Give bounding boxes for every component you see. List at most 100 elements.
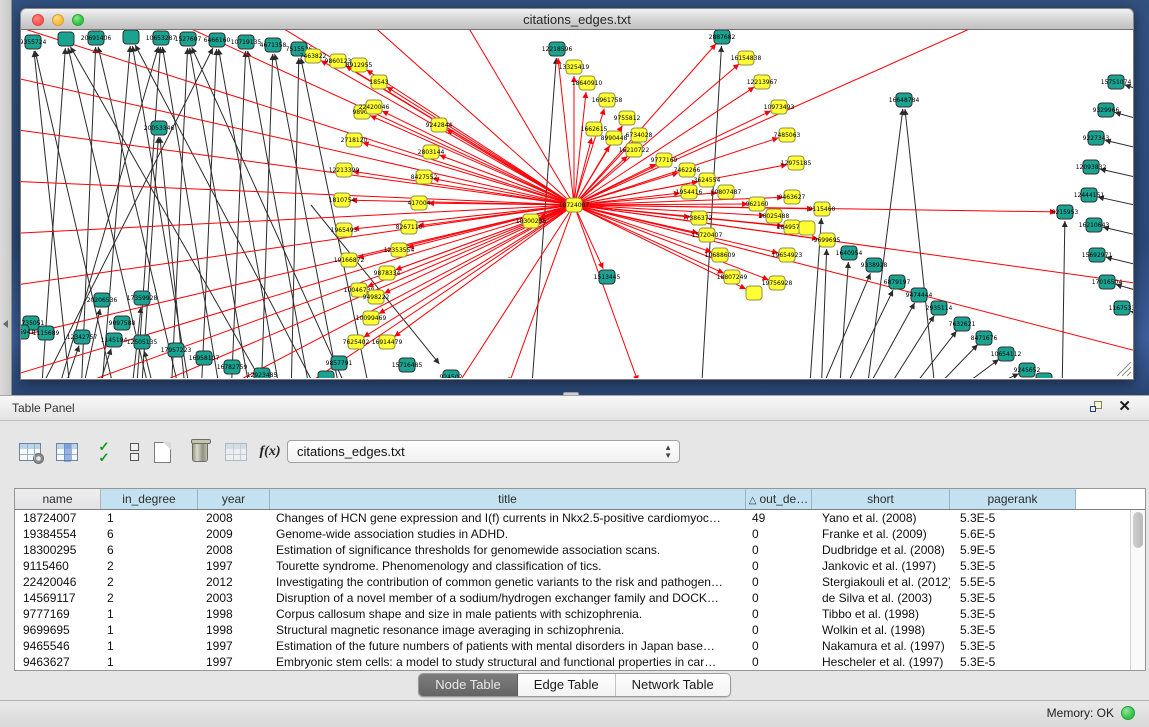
table-row[interactable]: 946362711997Embryonic stem cells: a mode… — [15, 654, 1145, 670]
collapsed-control-panel[interactable] — [0, 0, 12, 395]
node-label: 6879197 — [884, 279, 911, 286]
table-tabbar: Node TableEdge TableNetwork Table — [0, 673, 1149, 697]
float-window-icon[interactable] — [1090, 400, 1104, 414]
cell-pagerank: 5.9E-5 — [950, 542, 1076, 558]
table-row[interactable]: 946554611997Estimation of the future num… — [15, 638, 1145, 654]
new-column-icon[interactable] — [148, 438, 176, 466]
node-label: 1640954 — [836, 250, 863, 257]
cell-pagerank: 5.3E-5 — [950, 622, 1076, 638]
cell-name: 9699695 — [15, 622, 101, 638]
network-node[interactable] — [58, 32, 74, 46]
node-label: 17359928 — [127, 295, 158, 302]
table-row[interactable]: 911546021997Tourette syndrome. Phenomeno… — [15, 558, 1145, 574]
cell-title: Estimation of significance thresholds fo… — [270, 542, 746, 558]
node-label: 12218596 — [542, 46, 573, 53]
tab-node-table[interactable]: Node Table — [419, 674, 518, 696]
table-mode-icon[interactable] — [16, 438, 44, 466]
node-label: 12093832 — [1076, 164, 1107, 171]
network-node[interactable] — [1036, 373, 1052, 378]
cell-pagerank: 5.3E-5 — [950, 558, 1076, 574]
column-header-indegree[interactable]: in_degree — [101, 489, 198, 509]
network-node[interactable] — [318, 371, 334, 378]
cell-title: Structural magnetic resonance image aver… — [270, 622, 746, 638]
column-header-short[interactable]: short — [812, 489, 950, 509]
node-label: 7485063 — [774, 132, 801, 139]
table-row[interactable]: 977716911998Corpus callosum shape and si… — [15, 606, 1145, 622]
network-view-window[interactable]: citations_edges.txt 93557242069140610653… — [20, 8, 1134, 380]
tab-network-table[interactable]: Network Table — [616, 674, 730, 696]
node-label: 9097588 — [109, 320, 136, 327]
memory-indicator[interactable]: Memory: OK — [1047, 706, 1135, 720]
table-selector-dropdown[interactable]: citations_edges.txt ▲▼ — [287, 440, 680, 463]
node-label: 6734028 — [626, 132, 653, 139]
column-header-year[interactable]: year — [198, 489, 270, 509]
node-label: 9355724 — [21, 39, 47, 46]
table-row[interactable]: 1872400712008Changes of HCN gene express… — [15, 510, 1145, 526]
node-label: 20053346 — [144, 125, 175, 132]
cell-year: 1998 — [198, 622, 270, 638]
dropdown-arrows-icon: ▲▼ — [664, 444, 672, 460]
cell-outde: 0 — [746, 654, 812, 670]
node-label: 12353554 — [384, 247, 415, 254]
scrollbar-thumb[interactable] — [1133, 512, 1143, 548]
expand-panel-icon[interactable] — [3, 320, 8, 328]
cell-short: Tibbo et al. (1998) — [812, 606, 950, 622]
node-label: 12213967 — [747, 79, 778, 86]
table-row[interactable]: 1456911722003Disruption of a novel membe… — [15, 590, 1145, 606]
function-builder-icon[interactable]: f(x) — [256, 438, 284, 466]
node-label: 8215953 — [1052, 209, 1079, 216]
table-row[interactable]: 2242004622012Investigating the contribut… — [15, 574, 1145, 590]
network-canvas[interactable]: 9355724206914061065328715276076466160107… — [20, 30, 1134, 380]
column-select-icon[interactable]: ✓✓ — [90, 438, 118, 466]
network-window-titlebar[interactable]: citations_edges.txt — [20, 8, 1134, 30]
row-height-icon[interactable] — [120, 438, 148, 466]
network-node[interactable] — [799, 221, 815, 235]
node-label: 19756928 — [762, 280, 793, 287]
cell-indegree: 6 — [101, 526, 198, 542]
node-label: 12505135 — [127, 339, 158, 346]
node-label: 16648784 — [889, 97, 920, 104]
node-label: 15692971 — [1082, 252, 1113, 259]
column-visibility-icon[interactable] — [53, 438, 81, 466]
node-label: 15751074 — [1101, 79, 1132, 86]
cell-name: 9115460 — [15, 558, 101, 574]
cell-pagerank: 5.3E-5 — [950, 638, 1076, 654]
vertical-scrollbar[interactable] — [1130, 510, 1145, 670]
close-panel-icon[interactable]: ✕ — [1118, 400, 1131, 414]
cytoscape-app: citations_edges.txt 93557242069140610653… — [0, 0, 1149, 727]
table-row[interactable]: 1830029562008Estimation of significance … — [15, 542, 1145, 558]
network-window-title: citations_edges.txt — [21, 12, 1133, 27]
tab-edge-table[interactable]: Edge Table — [518, 674, 616, 696]
table-body: 1872400712008Changes of HCN gene express… — [15, 510, 1145, 670]
delete-column-icon[interactable] — [186, 438, 214, 466]
cell-outde: 0 — [746, 638, 812, 654]
node-label: 9755812 — [614, 115, 641, 122]
cell-title: Embryonic stem cells: a model to study s… — [270, 654, 746, 670]
cell-pagerank: 5.6E-5 — [950, 526, 1076, 542]
column-header-name[interactable]: name — [15, 489, 101, 509]
delete-table-icon[interactable] — [222, 438, 250, 466]
node-label: 1513445 — [594, 274, 621, 281]
network-node[interactable] — [123, 30, 139, 44]
node-label: 417004 — [408, 200, 431, 207]
node-label: 1167533 — [1109, 305, 1133, 312]
cell-short: Stergiakouli et al. (2012) — [812, 574, 950, 590]
table-row[interactable]: 1938455462009Genome-wide association stu… — [15, 526, 1145, 542]
cell-outde: 0 — [746, 558, 812, 574]
cell-indegree: 1 — [101, 638, 198, 654]
node-label: 7625402 — [343, 339, 370, 346]
column-header-pagerank[interactable]: pagerank — [950, 489, 1076, 509]
node-label: 1527607 — [175, 36, 202, 43]
node-label: 18300295 — [516, 218, 547, 225]
column-header-outde[interactable]: △out_de… — [746, 489, 812, 509]
cell-indegree: 1 — [101, 606, 198, 622]
column-header-title[interactable]: title — [270, 489, 746, 509]
cell-indegree: 1 — [101, 654, 198, 670]
node-label: 1965493 — [331, 227, 358, 234]
network-node[interactable] — [746, 286, 762, 300]
citation-network-graph[interactable]: 9355724206914061065328715276076466160107… — [21, 30, 1133, 378]
node-label: 12923485 — [247, 372, 278, 378]
table-row[interactable]: 969969511998Structural magnetic resonanc… — [15, 622, 1145, 638]
network-desktop: citations_edges.txt 93557242069140610653… — [0, 0, 1149, 395]
node-label: 2887682 — [709, 34, 736, 41]
